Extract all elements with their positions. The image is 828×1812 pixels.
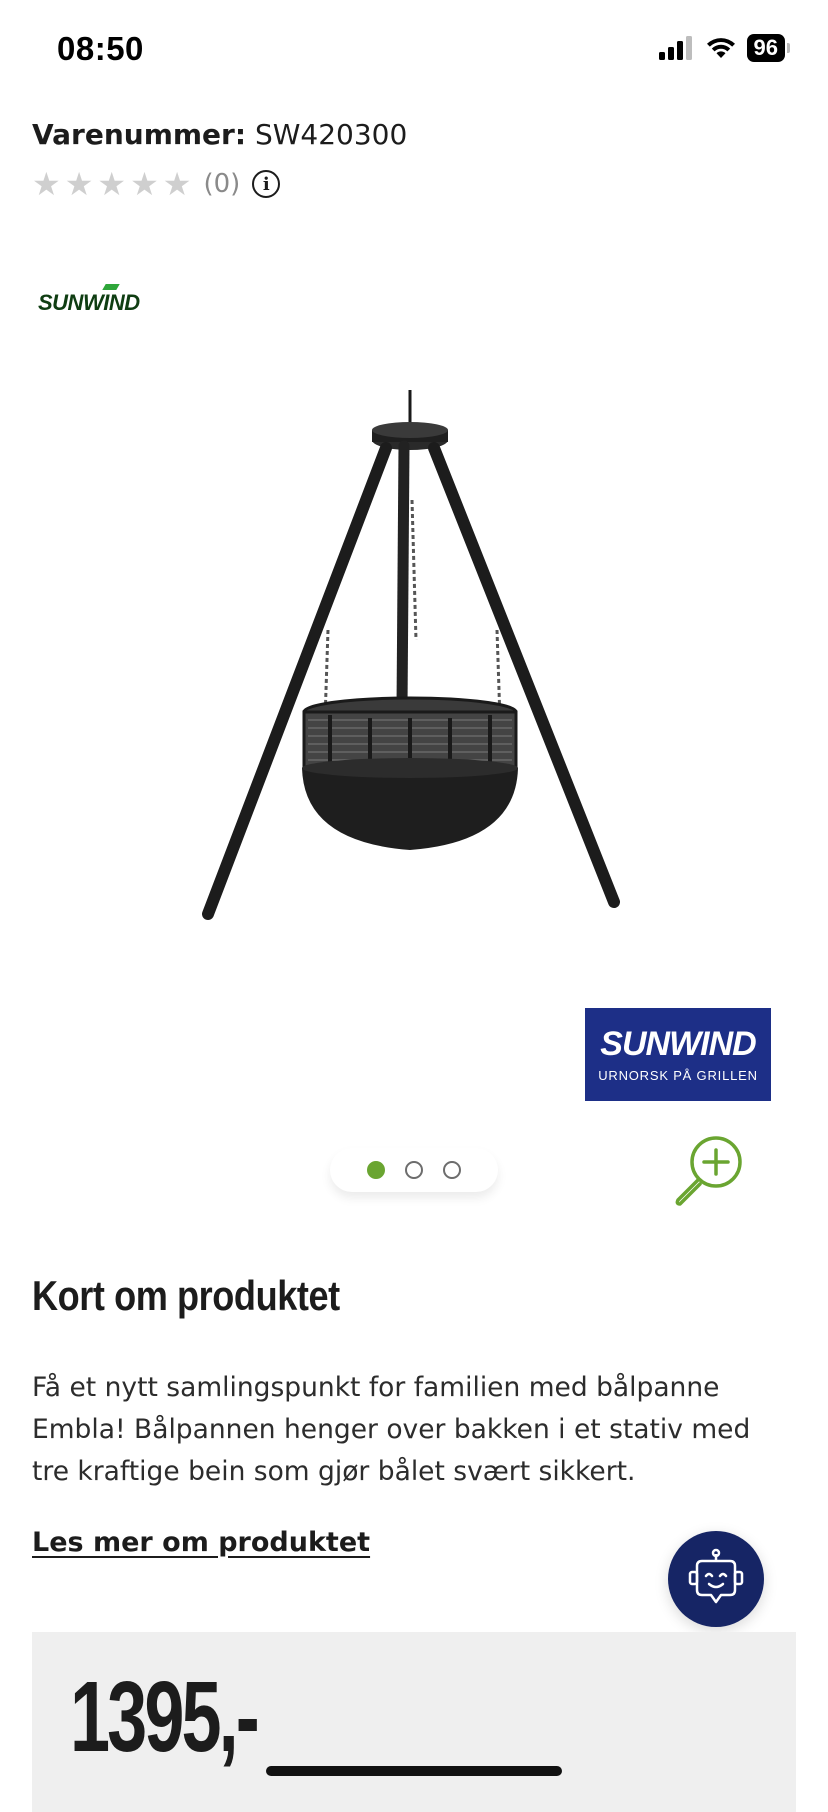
star-icon: ★ bbox=[32, 165, 61, 203]
wifi-icon bbox=[706, 38, 735, 58]
read-more-link[interactable]: Les mer om produktet bbox=[32, 1527, 370, 1558]
status-time: 08:50 bbox=[57, 30, 144, 67]
home-indicator[interactable] bbox=[266, 1766, 562, 1776]
carousel-dot-1[interactable] bbox=[367, 1161, 385, 1179]
signal-icon bbox=[658, 36, 692, 60]
brand-logo: SUNWIND bbox=[38, 284, 140, 316]
brand-badge-name: SUNWIND bbox=[600, 1025, 756, 1063]
star-icon: ★ bbox=[162, 165, 192, 203]
product-description: Få et nytt samlingspunkt for familien me… bbox=[32, 1372, 751, 1487]
carousel-dot-3[interactable] bbox=[443, 1161, 461, 1179]
battery-level: 96 bbox=[746, 34, 785, 62]
chatbot-button[interactable] bbox=[668, 1531, 764, 1627]
section-title: Kort om produktet bbox=[32, 1272, 340, 1319]
status-bar: 08:50 96 bbox=[0, 0, 828, 100]
price: 1395,- bbox=[70, 1661, 260, 1773]
brand-logo-text: SUNWIND bbox=[38, 290, 140, 315]
star-icon: ★ bbox=[64, 165, 94, 203]
brand-badge-slogan: URNORSK PÅ GRILLEN bbox=[598, 1068, 758, 1083]
status-icons: 96 bbox=[658, 34, 790, 62]
rating-stars: ★ ★ ★ ★ ★ bbox=[32, 166, 191, 202]
info-icon[interactable]: i bbox=[252, 170, 281, 198]
sku: Varenummer: SW420300 bbox=[32, 118, 407, 151]
rating-count: (0) bbox=[203, 169, 241, 199]
battery-tip bbox=[787, 43, 790, 53]
battery-indicator: 96 bbox=[746, 34, 790, 62]
chatbot-icon bbox=[688, 1548, 744, 1604]
image-carousel-dots bbox=[330, 1148, 498, 1192]
product-image[interactable] bbox=[190, 390, 630, 930]
sku-label: Varenummer: bbox=[32, 118, 247, 151]
star-icon: ★ bbox=[97, 165, 127, 203]
rating[interactable]: ★ ★ ★ ★ ★ (0) i bbox=[32, 166, 281, 202]
sku-value: SW420300 bbox=[254, 118, 408, 151]
price-box: 1395,- bbox=[32, 1632, 796, 1812]
brand-badge: SUNWIND URNORSK PÅ GRILLEN bbox=[585, 1008, 771, 1101]
carousel-dot-2[interactable] bbox=[405, 1161, 423, 1179]
zoom-in-icon[interactable] bbox=[672, 1132, 746, 1206]
star-icon: ★ bbox=[130, 165, 159, 203]
